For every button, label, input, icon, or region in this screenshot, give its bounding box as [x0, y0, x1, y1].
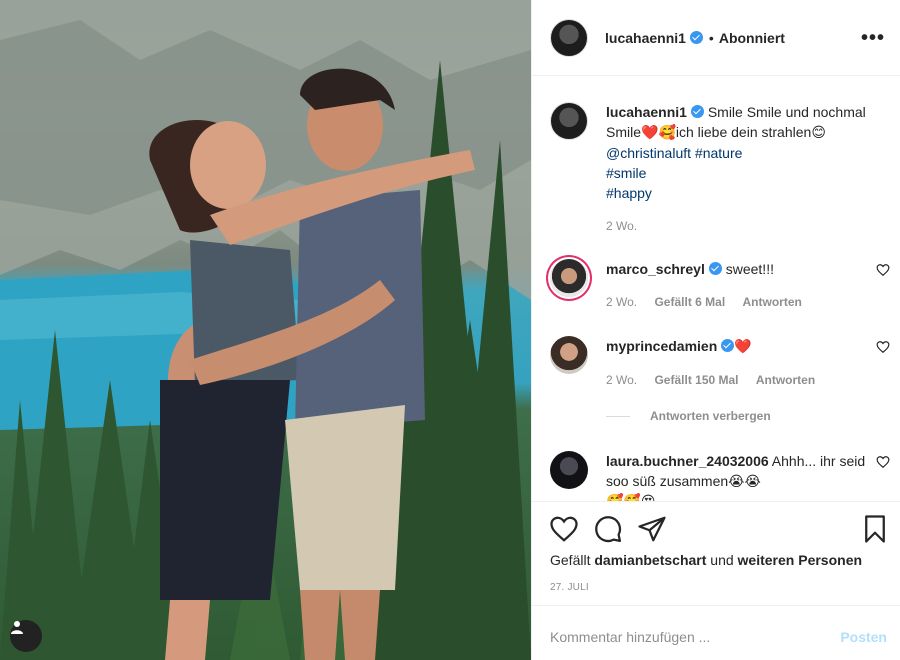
commenter-username[interactable]: laura.buchner_24032006	[606, 453, 769, 469]
verified-badge-icon	[721, 339, 735, 352]
comments-list[interactable]: lucahaenni1 Smile Smile und nochmal Smil…	[532, 77, 900, 501]
heart-icon[interactable]	[876, 263, 890, 277]
share-paper-plane-icon[interactable]	[637, 514, 667, 544]
reply-button[interactable]: Antworten	[743, 295, 802, 309]
commenter-username[interactable]: myprincedamien	[606, 338, 717, 354]
verified-badge-icon	[689, 31, 703, 44]
hashtag-link[interactable]: #happy	[606, 185, 652, 201]
mention-link[interactable]: @christinaluft	[606, 145, 691, 161]
action-bar: Gefällt damianbetschart und weiteren Per…	[532, 501, 900, 605]
others-link[interactable]: weiteren Personen	[738, 552, 863, 568]
comment-likes[interactable]: Gefällt 150 Mal	[654, 373, 738, 387]
post-date[interactable]: 27. JULI	[550, 582, 589, 593]
tagged-user-icon[interactable]	[10, 620, 42, 652]
comment-text: ❤️	[734, 339, 752, 355]
like-heart-icon[interactable]	[549, 514, 579, 544]
hashtag-link[interactable]: #smile	[606, 165, 646, 181]
comment-likes[interactable]: Gefällt 6 Mal	[654, 295, 725, 309]
likes-prefix: Gefällt	[550, 552, 591, 568]
caption-time[interactable]: 2 Wo.	[606, 219, 637, 233]
commenter-avatar[interactable]	[550, 336, 588, 374]
author-username[interactable]: lucahaenni1	[605, 30, 686, 46]
verified-badge-icon	[708, 262, 722, 275]
heart-icon[interactable]	[876, 455, 890, 469]
post-header: lucahaenni1 • Abonniert •••	[532, 0, 900, 76]
caption-text-2: ich liebe dein strahlen	[675, 124, 812, 140]
more-horizontal-icon[interactable]: •••	[861, 28, 885, 48]
caption-emoji-2: 😊	[811, 125, 826, 141]
post-sidebar: lucahaenni1 • Abonniert ••• lucahaenni1 …	[531, 0, 900, 660]
author-avatar[interactable]	[550, 18, 588, 57]
separator: •	[708, 29, 714, 46]
caption-avatar[interactable]	[550, 102, 588, 140]
hide-replies-button[interactable]: Antworten verbergen	[606, 409, 771, 423]
reply-button[interactable]: Antworten	[756, 373, 815, 387]
post-photo[interactable]	[0, 0, 531, 660]
person-icon	[11, 621, 23, 634]
add-comment-bar: Kommentar hinzufügen ... Posten	[532, 605, 900, 660]
verified-badge-icon	[690, 105, 704, 118]
comment-time[interactable]: 2 Wo.	[606, 373, 637, 387]
likes-middle: und	[710, 552, 734, 568]
caption-emoji-1: ❤️🥰	[641, 125, 676, 141]
liker-username[interactable]: damianbetschart	[594, 552, 706, 568]
post-button[interactable]: Posten	[840, 629, 887, 645]
comment-bubble-icon[interactable]	[593, 514, 623, 544]
hide-replies-label: Antworten verbergen	[650, 409, 771, 423]
divider-line	[606, 415, 630, 417]
caption-username[interactable]: lucahaenni1	[606, 104, 687, 120]
comment-text-extra: 🥰🥰😍	[606, 494, 655, 501]
commenter-username[interactable]: marco_schreyl	[606, 261, 705, 277]
follow-button[interactable]: Abonniert	[719, 30, 785, 46]
commenter-avatar[interactable]	[550, 451, 588, 489]
likes-summary: Gefällt damianbetschart und weiteren Per…	[550, 552, 862, 568]
photo-illustration	[0, 0, 531, 660]
heart-icon[interactable]	[876, 340, 890, 354]
comment-input[interactable]: Kommentar hinzufügen ...	[550, 629, 710, 645]
commenter-avatar[interactable]	[550, 259, 588, 297]
hashtag-link[interactable]: #nature	[695, 145, 742, 161]
bookmark-icon[interactable]	[860, 514, 890, 544]
comment-text: sweet!!!	[725, 261, 774, 277]
comment-time[interactable]: 2 Wo.	[606, 295, 637, 309]
